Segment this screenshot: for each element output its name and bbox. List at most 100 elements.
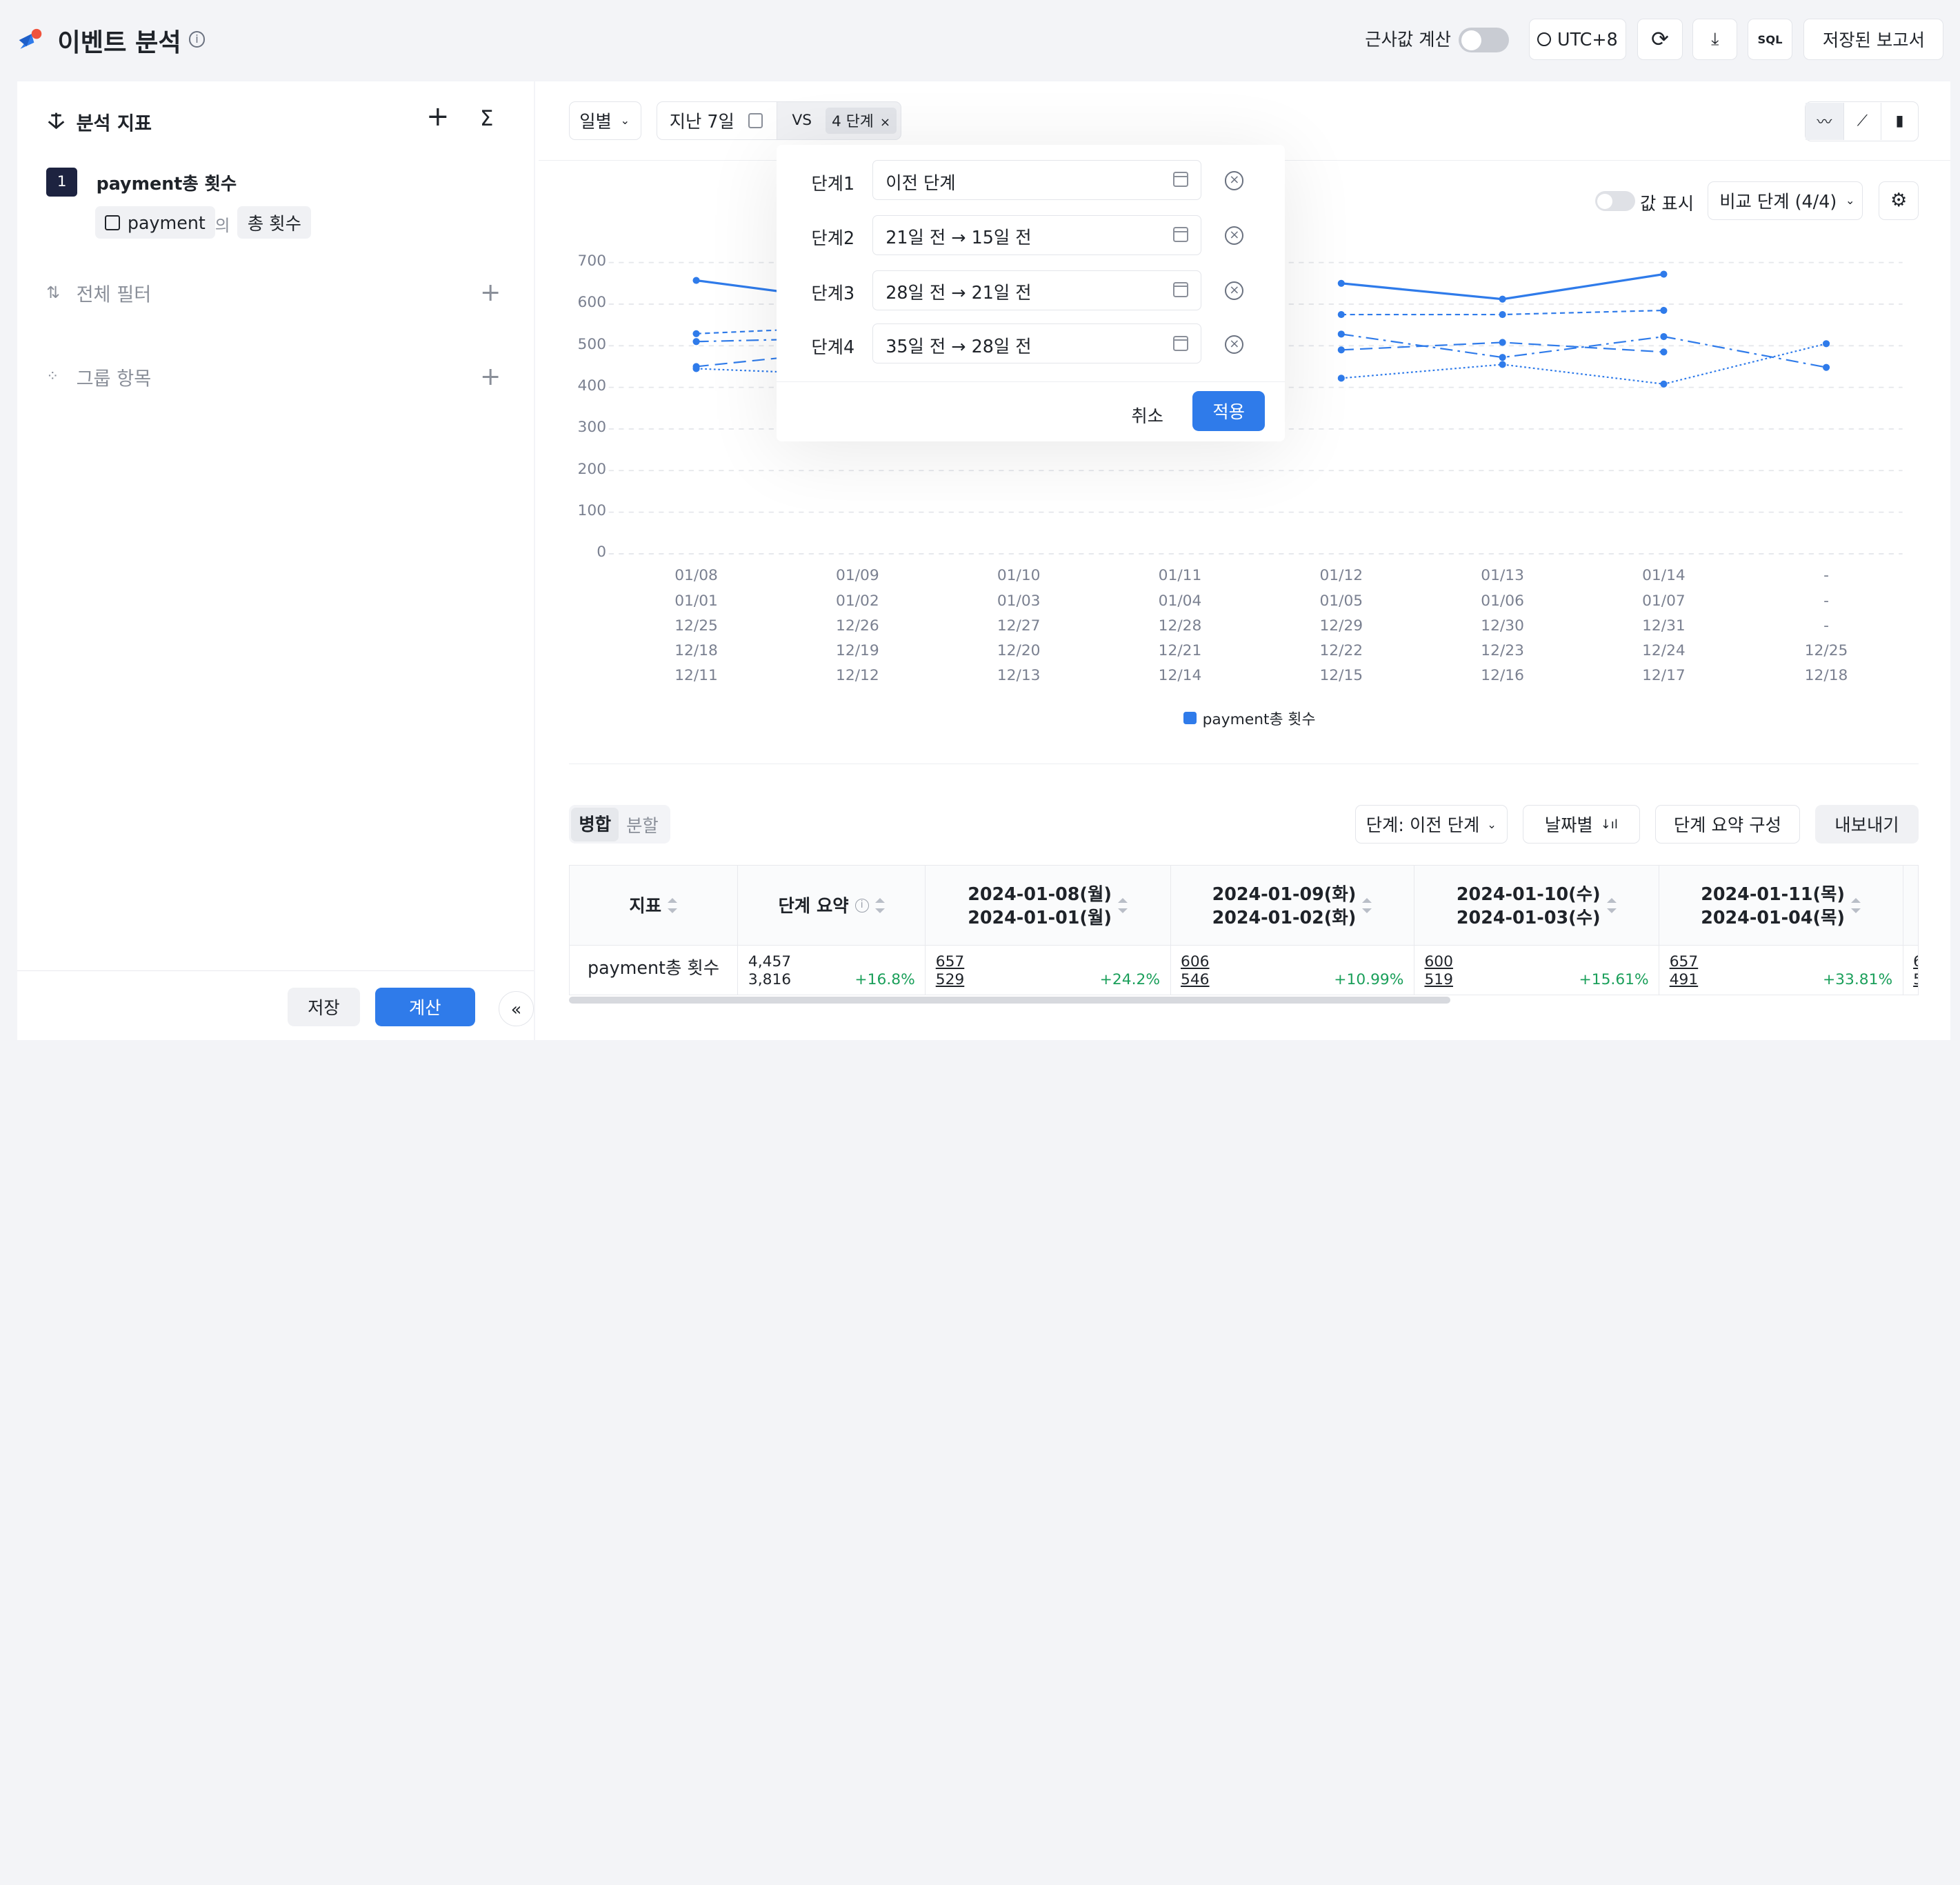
- sort-icon: [1362, 898, 1372, 914]
- x-tick-label: 12/15: [1319, 667, 1363, 685]
- stage-2-input[interactable]: 21일 전 → 15일 전: [872, 215, 1201, 255]
- x-tick-label: 01/02: [836, 592, 879, 610]
- x-tick-label: 01/11: [1158, 567, 1202, 585]
- tab-split[interactable]: 분할: [626, 812, 659, 837]
- data-point[interactable]: [1822, 340, 1830, 348]
- remove-stage-icon[interactable]: ×: [1225, 335, 1244, 354]
- cell-date-3[interactable]: 600 519 +15.61%: [1414, 946, 1660, 995]
- x-tick-label: 12/30: [1481, 617, 1524, 635]
- x-tick-label: 12/17: [1642, 667, 1686, 685]
- x-tick-label: 12/25: [1804, 642, 1848, 660]
- x-tick-label: 01/06: [1481, 592, 1524, 610]
- stage-row-1: 단계1 이전 단계 ×: [777, 160, 1286, 203]
- cell-summary: 4,457 3,816 +16.8%: [738, 946, 926, 995]
- x-tick-label: 12/16: [1481, 667, 1524, 685]
- col-date-3[interactable]: 2024-01-10(수) 2024-01-03(수): [1414, 866, 1660, 946]
- x-tick-label: -: [1823, 617, 1829, 635]
- x-tick-label: 12/28: [1158, 617, 1202, 635]
- x-tick-label: 12/20: [997, 642, 1041, 660]
- calendar-icon: [1172, 281, 1188, 297]
- data-point[interactable]: [1660, 348, 1668, 356]
- remove-stage-icon[interactable]: ×: [1225, 226, 1244, 246]
- data-point[interactable]: [1660, 332, 1668, 341]
- data-point[interactable]: [692, 277, 700, 284]
- remove-stage-icon[interactable]: ×: [1225, 281, 1244, 300]
- data-point[interactable]: [1337, 310, 1345, 319]
- stage-select[interactable]: 단계: 이전 단계 ⌄: [1354, 805, 1508, 844]
- x-tick-label: 01/04: [1158, 592, 1202, 610]
- data-point[interactable]: [1499, 354, 1506, 361]
- x-tick-label: 12/29: [1319, 617, 1363, 635]
- data-point[interactable]: [1337, 346, 1345, 354]
- x-tick-label: 12/25: [674, 617, 718, 635]
- calendar-icon: [1172, 335, 1188, 351]
- data-point[interactable]: [1499, 361, 1506, 368]
- x-tick-label: 12/24: [1642, 642, 1686, 660]
- x-tick-label: 12/26: [836, 617, 879, 635]
- x-tick-label: -: [1823, 567, 1829, 585]
- sort-bars-icon: ↓ıl: [1600, 817, 1618, 832]
- data-point[interactable]: [692, 365, 700, 372]
- data-point[interactable]: [1499, 339, 1506, 346]
- info-icon: i: [854, 899, 869, 913]
- x-tick-label: 01/13: [1481, 567, 1524, 585]
- apply-button[interactable]: 적용: [1192, 391, 1266, 432]
- stage-3-input[interactable]: 28일 전 → 21일 전: [872, 270, 1201, 310]
- x-tick-label: 12/22: [1319, 642, 1363, 660]
- summary-config-button[interactable]: 단계 요약 구성: [1654, 805, 1800, 844]
- chart-legend[interactable]: payment총 횟수: [1183, 708, 1315, 729]
- x-tick-label: 12/18: [1804, 667, 1848, 685]
- stage-4-input[interactable]: 35일 전 → 28일 전: [872, 323, 1201, 364]
- col-summary[interactable]: 단계 요약 i: [738, 866, 926, 946]
- by-date-button[interactable]: 날짜별 ↓ıl: [1522, 805, 1640, 844]
- data-point[interactable]: [1660, 270, 1668, 278]
- series-line: [1341, 272, 1664, 301]
- stage-row-4: 단계4 35일 전 → 28일 전 ×: [777, 323, 1286, 366]
- calendar-icon: [1172, 172, 1188, 188]
- sort-icon: [668, 898, 678, 914]
- x-tick-label: 01/05: [1319, 592, 1363, 610]
- cell-date-5[interactable]: 65: [1903, 946, 1918, 995]
- x-tick-label: 12/12: [836, 667, 879, 685]
- data-point[interactable]: [1337, 279, 1345, 287]
- x-tick-label: 01/10: [997, 567, 1041, 585]
- x-tick-label: -: [1823, 592, 1829, 610]
- col-date-4[interactable]: 2024-01-11(목) 2024-01-04(목): [1659, 866, 1903, 946]
- data-point[interactable]: [1822, 363, 1830, 371]
- stage-1-input[interactable]: 이전 단계: [872, 160, 1201, 200]
- sort-icon: [1118, 898, 1128, 914]
- data-point[interactable]: [1660, 306, 1668, 315]
- col-date-1[interactable]: 2024-01-08(월) 2024-01-01(월): [926, 866, 1171, 946]
- export-button[interactable]: 내보내기: [1814, 805, 1919, 844]
- stage-row-3: 단계3 28일 전 → 21일 전 ×: [777, 270, 1286, 313]
- x-tick-label: 01/09: [836, 567, 879, 585]
- row-metric-name: payment총 횟수: [570, 946, 739, 995]
- data-point[interactable]: [692, 338, 700, 346]
- series-line: [1341, 343, 1827, 385]
- col-date-2[interactable]: 2024-01-09(화) 2024-01-02(화): [1171, 866, 1414, 946]
- data-point[interactable]: [1337, 330, 1345, 338]
- cell-date-4[interactable]: 657 491 +33.81%: [1659, 946, 1903, 995]
- stage-row-2: 단계2 21일 전 → 15일 전 ×: [777, 215, 1286, 258]
- x-tick-label: 01/14: [1642, 567, 1686, 585]
- data-point[interactable]: [1660, 380, 1668, 388]
- x-tick-label: 01/08: [674, 567, 718, 585]
- data-point[interactable]: [692, 330, 700, 337]
- data-point[interactable]: [1499, 310, 1506, 319]
- data-point[interactable]: [1337, 375, 1345, 382]
- remove-stage-icon[interactable]: ×: [1225, 171, 1244, 190]
- x-tick-label: 12/21: [1158, 642, 1202, 660]
- cell-date-2[interactable]: 606 546 +10.99%: [1171, 946, 1414, 995]
- x-tick-label: 01/01: [674, 592, 718, 610]
- table-horizontal-scrollbar[interactable]: [568, 996, 1450, 1004]
- x-tick-label: 01/07: [1642, 592, 1686, 610]
- sort-icon: [1851, 898, 1861, 914]
- tab-merge[interactable]: 병합: [571, 807, 619, 841]
- col-metric[interactable]: 지표: [570, 866, 739, 946]
- data-table: 지표 단계 요약 i 2024-01-08(월) 2024-01-01(월) 202…: [568, 865, 1919, 995]
- data-point[interactable]: [1499, 295, 1506, 303]
- legend-swatch: [1183, 712, 1197, 725]
- cell-date-1[interactable]: 657 529 +24.2%: [926, 946, 1171, 995]
- calendar-icon: [1172, 227, 1188, 242]
- cancel-button[interactable]: 취소: [1131, 403, 1163, 428]
